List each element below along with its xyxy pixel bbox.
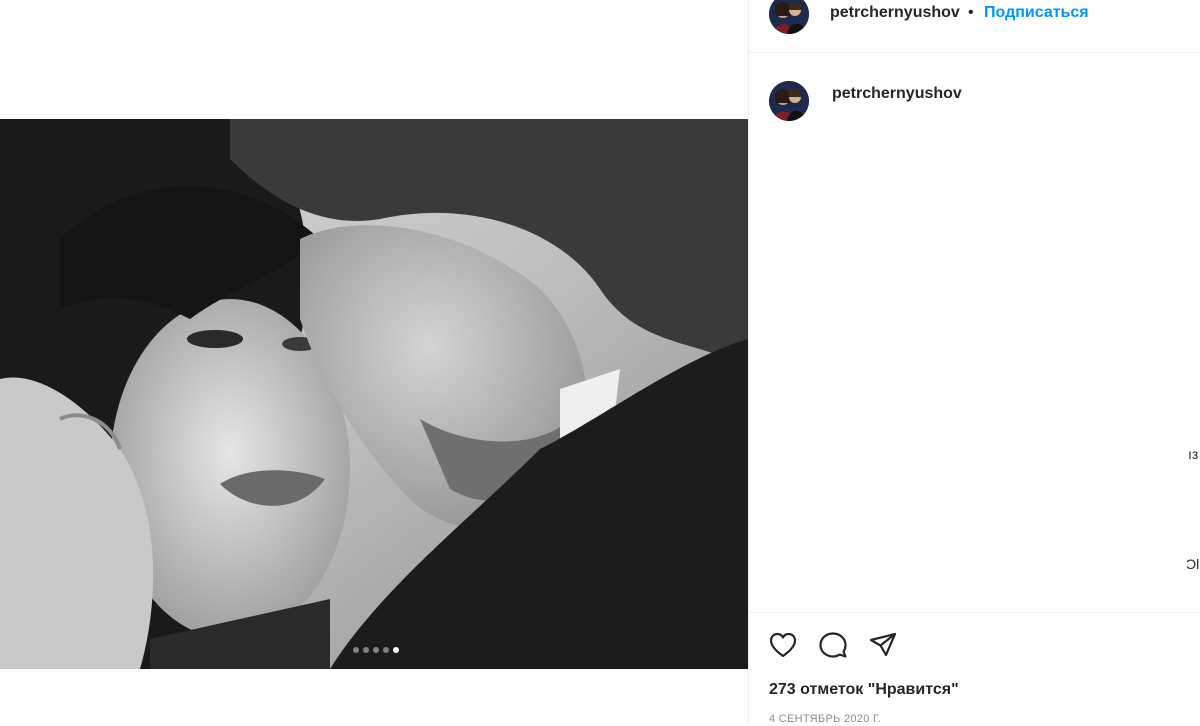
- heart-icon[interactable]: [767, 629, 799, 661]
- post-photo: [0, 119, 748, 669]
- post-side-panel: petrchernyushov • Подписаться petrcherny…: [748, 0, 1200, 725]
- comment-username[interactable]: petrchernyushov: [832, 85, 962, 103]
- comment-icon[interactable]: [817, 629, 849, 661]
- separator-dot: •: [968, 4, 974, 21]
- edge-text-fragment: ıз: [1188, 446, 1199, 462]
- carousel-dot: [372, 647, 379, 653]
- carousel-indicator: [0, 647, 748, 653]
- post-media[interactable]: [0, 119, 748, 669]
- carousel-dot-active: [392, 647, 399, 653]
- carousel-dot: [362, 647, 369, 653]
- post-actions: 273 отметок "Нравится" 4 СЕНТЯБРЬ 2020 Г…: [749, 612, 1200, 726]
- post-header: petrchernyushov • Подписаться: [749, 0, 1200, 53]
- author-username[interactable]: petrchernyushov: [830, 4, 960, 22]
- edge-text-fragment: Ͻl: [1186, 556, 1200, 572]
- avatar[interactable]: [769, 0, 809, 34]
- carousel-dot: [352, 647, 359, 653]
- likes-count[interactable]: 273 отметок "Нравится": [769, 681, 959, 699]
- post-date[interactable]: 4 СЕНТЯБРЬ 2020 Г.: [769, 713, 881, 725]
- follow-button[interactable]: Подписаться: [984, 4, 1089, 22]
- carousel-dot: [382, 647, 389, 653]
- send-icon[interactable]: [867, 629, 899, 661]
- avatar[interactable]: [769, 81, 809, 121]
